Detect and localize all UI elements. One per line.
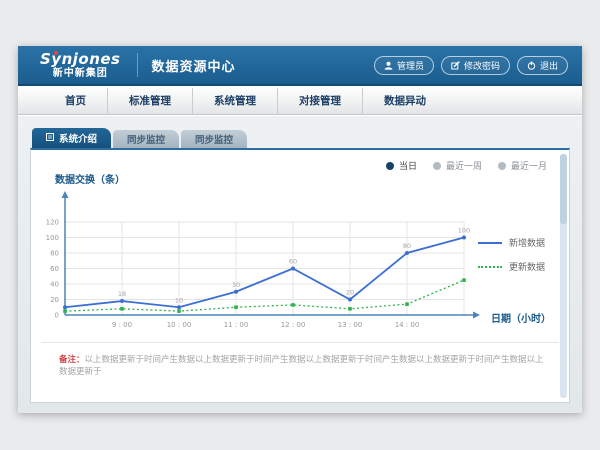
logout-label: 退出 (540, 59, 558, 72)
line-chart: 0 20 40 60 80 100 120 9 : 00 10 : 00 11 : 00 12 : … (37, 187, 497, 341)
time-range-filter: 当日 最近一周 最近一月 (386, 159, 547, 172)
nav-item-data-change[interactable]: 数据异动 (362, 88, 447, 115)
app-window: Synjones 新中新集团 数据资源中心 管理员 修改密码 退出 首页 标准管… (18, 46, 582, 413)
legend-label: 更新数据 (509, 260, 545, 273)
logo-red-dot-icon (54, 51, 58, 55)
svg-text:80: 80 (403, 242, 411, 250)
radio-last-month-label: 最近一月 (511, 159, 547, 172)
main-nav: 首页 标准管理 系统管理 对接管理 数据异动 (18, 88, 582, 115)
app-header: Synjones 新中新集团 数据资源中心 管理员 修改密码 退出 (18, 46, 582, 86)
chart-panel: 当日 最近一周 最近一月 数据交换（条） 0 20 40 60 80 100 120 9 : … (30, 148, 570, 403)
user-icon (384, 61, 393, 70)
radio-today-label: 当日 (399, 159, 417, 172)
tab-label: 系统介绍 (59, 131, 97, 145)
radio-dot-icon (498, 162, 506, 170)
series-legend: 新增数据 更新数据 (478, 236, 545, 284)
radio-dot-icon (386, 162, 394, 170)
svg-text:10: 10 (175, 296, 183, 304)
x-axis-title: 日期（小时） (491, 310, 551, 325)
nav-item-integration-mgmt[interactable]: 对接管理 (277, 88, 362, 115)
tab-label: 同步监控 (195, 132, 233, 146)
blue-solid-line-icon (478, 242, 502, 244)
svg-text:18: 18 (118, 290, 126, 298)
header-divider (137, 53, 138, 77)
svg-text:30: 30 (232, 281, 240, 289)
app-title: 数据资源中心 (152, 56, 236, 75)
logo-subtitle: 新中新集团 (40, 69, 121, 79)
legend-item-updated-data: 更新数据 (478, 260, 545, 273)
svg-text:20: 20 (346, 289, 354, 297)
svg-text:40: 40 (50, 281, 59, 289)
content-area: 系统介绍 同步监控 同步监控 当日 最近一周 (18, 116, 582, 413)
radio-last-week-label: 最近一周 (446, 159, 482, 172)
document-icon (46, 133, 54, 144)
radio-dot-icon (433, 162, 441, 170)
svg-text:100: 100 (46, 234, 59, 242)
nav-item-standard-mgmt[interactable]: 标准管理 (107, 88, 192, 115)
header-actions: 管理员 修改密码 退出 (374, 56, 568, 75)
logout-button[interactable]: 退出 (517, 56, 568, 75)
note-text: 以上数据更新于时间产生数据以上数据更新于时间产生数据以上数据更新于时间产生数据以… (59, 355, 544, 377)
green-dotted-line-icon (478, 266, 502, 268)
tab-sync-monitor-2[interactable]: 同步监控 (181, 130, 247, 148)
svg-text:12 : 00: 12 : 00 (281, 321, 306, 329)
power-icon (527, 61, 536, 70)
chart-canvas: 0 20 40 60 80 100 120 9 : 00 10 : 00 11 : 00 12 : … (37, 187, 497, 337)
svg-text:14 : 00: 14 : 00 (395, 321, 420, 329)
radio-last-week[interactable]: 最近一周 (433, 159, 482, 172)
legend-label: 新增数据 (509, 236, 545, 249)
tab-label: 同步监控 (127, 132, 165, 146)
admin-user-button[interactable]: 管理员 (374, 56, 434, 75)
nav-item-system-mgmt[interactable]: 系统管理 (192, 88, 277, 115)
tab-sync-monitor-1[interactable]: 同步监控 (113, 130, 179, 148)
svg-text:20: 20 (50, 296, 59, 304)
change-password-button[interactable]: 修改密码 (441, 56, 510, 75)
change-password-label: 修改密码 (464, 59, 500, 72)
footer-note: 备注：以上数据更新于时间产生数据以上数据更新于时间产生数据以上数据更新于时间产生… (59, 355, 545, 379)
y-axis-title: 数据交换（条） (55, 171, 125, 186)
svg-text:60: 60 (50, 265, 59, 273)
edit-icon (451, 61, 460, 70)
svg-text:60: 60 (289, 258, 297, 266)
scrollbar-thumb[interactable] (560, 154, 567, 224)
svg-text:13 : 00: 13 : 00 (338, 321, 363, 329)
svg-text:10 : 00: 10 : 00 (167, 321, 192, 329)
nav-item-home[interactable]: 首页 (44, 88, 107, 115)
svg-text:11 : 00: 11 : 00 (224, 321, 249, 329)
tab-bar: 系统介绍 同步监控 同步监控 (32, 128, 247, 148)
svg-text:0: 0 (55, 312, 59, 320)
panel-divider (41, 342, 559, 343)
legend-item-new-data: 新增数据 (478, 236, 545, 249)
radio-today[interactable]: 当日 (386, 159, 417, 172)
tab-system-intro[interactable]: 系统介绍 (32, 128, 111, 148)
svg-text:9 : 00: 9 : 00 (112, 321, 132, 329)
company-logo: Synjones 新中新集团 (40, 52, 121, 79)
radio-last-month[interactable]: 最近一月 (498, 159, 547, 172)
panel-scrollbar[interactable] (560, 154, 567, 398)
svg-text:80: 80 (50, 250, 59, 258)
note-label: 备注： (59, 355, 85, 365)
admin-user-label: 管理员 (397, 59, 424, 72)
svg-text:120: 120 (46, 219, 59, 227)
logo-text: Synjones (40, 52, 121, 67)
svg-text:100: 100 (458, 227, 470, 235)
